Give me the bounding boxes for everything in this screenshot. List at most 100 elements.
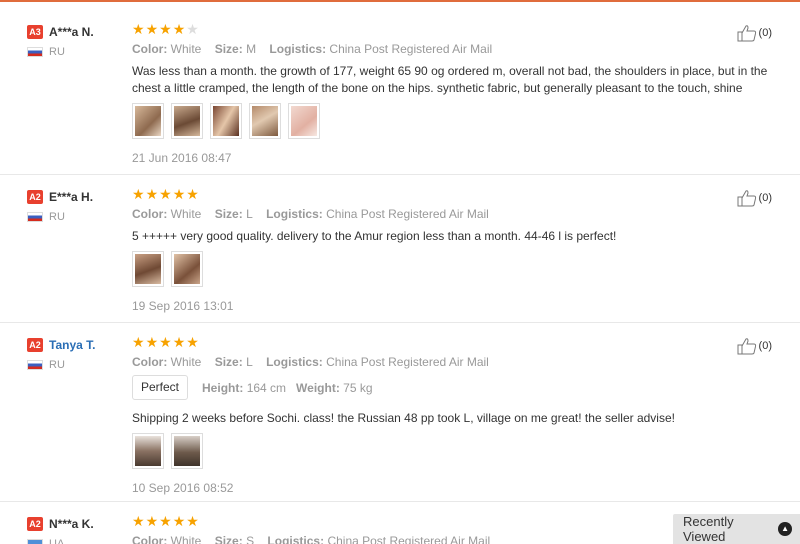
star-filled-icon: ★ [186, 334, 199, 350]
star-filled-icon: ★ [159, 513, 172, 529]
review-photo-thumbnail[interactable] [249, 103, 281, 139]
star-filled-icon: ★ [132, 334, 145, 350]
order-attributes: Color: White Size: L Logistics: China Po… [132, 355, 489, 369]
review-item: A2 E***a H. RU ★ ★ ★ ★ ★ Color: White Si… [0, 175, 800, 323]
star-filled-icon: ★ [145, 21, 159, 37]
feedback-list: A3 A***a N. RU ★ ★ ★ ★ ★ Color: White Si… [0, 10, 800, 544]
review-text: Shipping 2 weeks before Sochi. class! th… [132, 411, 675, 425]
reviewer-name-link[interactable]: Tanya T. [49, 338, 95, 352]
review-photo-thumbnail[interactable] [132, 103, 164, 139]
reviewer-name: A***a N. [49, 25, 94, 39]
order-attributes: Color: White Size: M Logistics: China Po… [132, 42, 493, 56]
helpful-count: (0) [758, 192, 772, 204]
size-value: L [246, 355, 253, 369]
logistics-value: China Post Registered Air Mail [326, 355, 489, 369]
helpful-button[interactable]: (0) [737, 189, 772, 207]
star-filled-icon: ★ [145, 186, 159, 202]
review-photo-thumbnail[interactable] [171, 103, 203, 139]
weight-value: 75 kg [343, 380, 373, 395]
star-filled-icon: ★ [186, 513, 199, 529]
star-filled-icon: ★ [172, 513, 186, 529]
reviewer-info: A2 E***a H. RU [27, 189, 127, 223]
height-value: 164 cm [246, 380, 287, 395]
country-code: RU [49, 211, 65, 223]
review-text: 5 +++++ very good quality. delivery to t… [132, 229, 617, 243]
review-photo-thumbnail[interactable] [288, 103, 320, 139]
helpful-count: (0) [758, 27, 772, 39]
star-filled-icon: ★ [159, 334, 172, 350]
color-value: White [170, 355, 202, 369]
star-filled-icon: ★ [172, 186, 186, 202]
chevron-up-icon: ▲ [778, 522, 792, 536]
size-value: L [246, 207, 253, 221]
helpful-button[interactable]: (0) [737, 337, 772, 355]
reviewer-name: N***a K. [49, 517, 94, 531]
review-photo-thumbnail[interactable] [132, 251, 164, 287]
star-filled-icon: ★ [172, 21, 186, 37]
thumbs-up-icon [737, 25, 756, 42]
review-date: 10 Sep 2016 08:52 [132, 481, 234, 495]
logistics-value: China Post Registered Air Mail [326, 207, 489, 221]
star-filled-icon: ★ [172, 334, 186, 350]
review-photo-thumbnail[interactable] [210, 103, 242, 139]
reviewer-info: A2 Tanya T. RU [27, 337, 127, 371]
review-content: ★ ★ ★ ★ ★ Color: White Size: L Logistics… [132, 187, 772, 313]
buyer-level-badge: A2 [27, 517, 43, 531]
review-photo-thumbnail[interactable] [132, 433, 164, 469]
thumbs-up-icon [737, 338, 756, 355]
reviewer-info: A3 A***a N. RU [27, 24, 127, 58]
star-filled-icon: ★ [159, 186, 172, 202]
star-filled-icon: ★ [145, 513, 159, 529]
review-photo-thumbnail[interactable] [171, 251, 203, 287]
review-content: ★ ★ ★ ★ ★ Color: White Size: M Logistics… [132, 22, 772, 165]
color-value: White [170, 534, 202, 544]
review-text: Was less than a month. the growth of 177… [132, 64, 768, 95]
logistics-value: China Post Registered Air Mail [329, 42, 493, 56]
review-content: ★ ★ ★ ★ ★ Color: White Size: L Logistics… [132, 335, 772, 495]
color-value: White [170, 42, 202, 56]
size-value: S [246, 534, 255, 544]
star-filled-icon: ★ [132, 513, 145, 529]
review-photos [132, 433, 772, 469]
logistics-value: China Post Registered Air Mail [327, 534, 491, 544]
color-value: White [170, 207, 202, 221]
recently-viewed-label: Recently Viewed [683, 514, 734, 544]
thumbs-up-icon [737, 190, 756, 207]
ukraine-flag-icon [27, 539, 43, 544]
star-rating: ★ ★ ★ ★ ★ [132, 335, 772, 349]
review-item: A2 Tanya T. RU ★ ★ ★ ★ ★ Color: White Si… [0, 323, 800, 502]
buyer-level-badge: A3 [27, 25, 43, 39]
country-code: RU [49, 359, 65, 371]
star-filled-icon: ★ [159, 21, 172, 37]
fit-info: Perfect Height: 164 cm Weight: 75 kg [132, 375, 772, 400]
review-date: 19 Sep 2016 13:01 [132, 299, 234, 313]
helpful-count: (0) [758, 340, 772, 352]
russia-flag-icon [27, 47, 43, 57]
size-value: M [246, 42, 257, 56]
review-photos [132, 251, 772, 287]
star-filled-icon: ★ [186, 186, 199, 202]
review-item: A3 A***a N. RU ★ ★ ★ ★ ★ Color: White Si… [0, 10, 800, 175]
recently-viewed-button[interactable]: Recently Viewed ▲ [673, 514, 800, 544]
country-code: RU [49, 46, 65, 58]
review-photo-thumbnail[interactable] [171, 433, 203, 469]
star-filled-icon: ★ [132, 186, 145, 202]
buyer-level-badge: A2 [27, 190, 43, 204]
country-code: UA [49, 538, 65, 544]
star-rating: ★ ★ ★ ★ ★ [132, 187, 772, 201]
review-date: 21 Jun 2016 08:47 [132, 151, 232, 165]
fit-tag: Perfect [132, 375, 189, 400]
reviewer-info: A2 N***a K. UA [27, 516, 127, 544]
star-filled-icon: ★ [132, 21, 145, 37]
russia-flag-icon [27, 360, 43, 370]
star-empty-icon: ★ [186, 21, 199, 37]
star-rating: ★ ★ ★ ★ ★ [132, 22, 772, 36]
helpful-button[interactable]: (0) [737, 24, 772, 42]
star-filled-icon: ★ [145, 334, 159, 350]
russia-flag-icon [27, 212, 43, 222]
review-photos [132, 103, 772, 139]
order-attributes: Color: White Size: L Logistics: China Po… [132, 207, 489, 221]
top-accent-border [0, 0, 800, 2]
buyer-level-badge: A2 [27, 338, 43, 352]
reviewer-name: E***a H. [49, 190, 94, 204]
